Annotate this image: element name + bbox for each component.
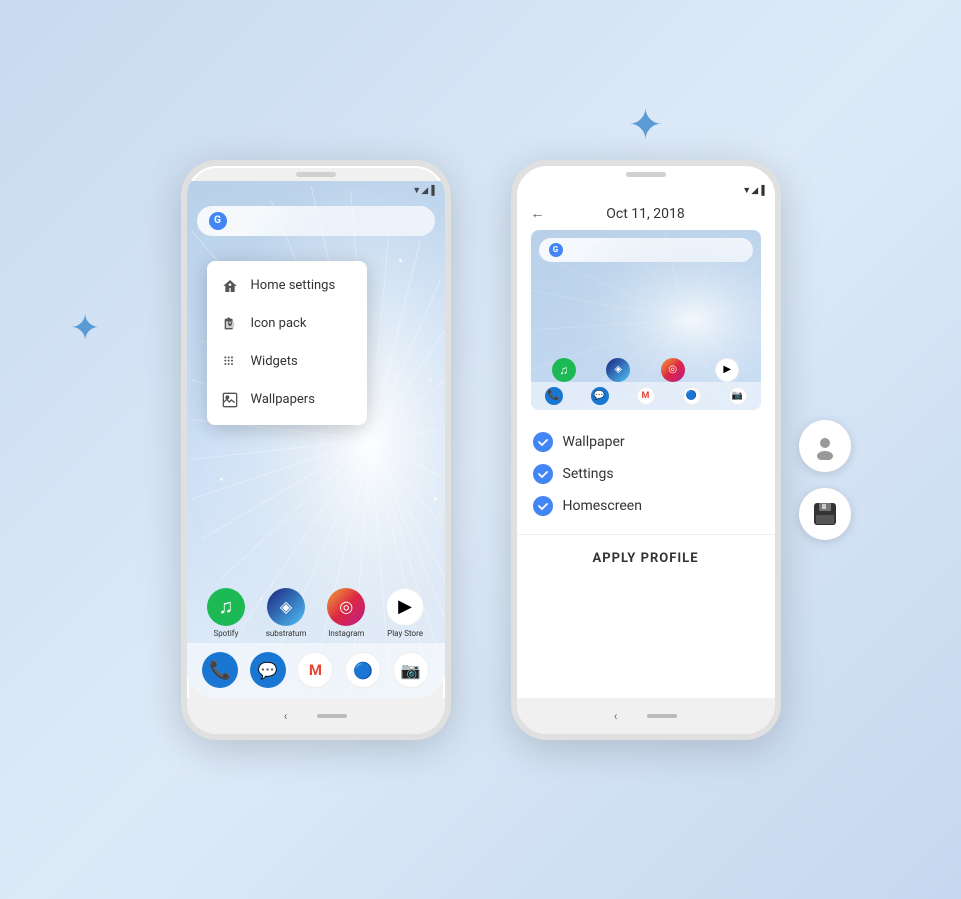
preview-spotify: ♫	[552, 358, 576, 382]
check-item-homescreen[interactable]: Homescreen	[533, 490, 759, 522]
menu-label-wallpapers: Wallpapers	[251, 392, 315, 407]
phone-preview: G ♫ ◈ ◎ ▶ 📞 💬 M 🔵 📷	[531, 230, 761, 410]
nav-home-left[interactable]	[317, 714, 347, 718]
dock-camera[interactable]: 📷	[393, 652, 429, 688]
check-item-wallpaper[interactable]: Wallpaper	[533, 426, 759, 458]
phone-bottom-bar-left: ‹	[187, 698, 445, 734]
apply-profile-button[interactable]: APPLY PROFILE	[517, 539, 775, 578]
phone-right: ▼◢▐ ← Oct 11, 2018	[511, 160, 781, 740]
widgets-icon	[221, 353, 239, 371]
menu-label-home-settings: Home settings	[251, 278, 336, 293]
menu-item-home-settings[interactable]: Home settings	[207, 267, 367, 305]
check-item-settings[interactable]: Settings	[533, 458, 759, 490]
nav-back-left[interactable]: ‹	[284, 709, 288, 723]
phone-left-screen: ▼◢▐ G Home settings Icon pack	[187, 181, 445, 698]
check-label-wallpaper: Wallpaper	[563, 434, 625, 450]
divider	[517, 534, 775, 535]
substratum-icon: ◈	[267, 588, 305, 626]
speaker-right	[626, 172, 666, 177]
phone2-header: ← Oct 11, 2018	[517, 198, 775, 230]
dock-chrome[interactable]: 🔵	[345, 652, 381, 688]
substratum-label: substratum	[266, 629, 307, 638]
phone-top-bar-right	[517, 166, 775, 181]
playstore-icon: ▶	[386, 588, 424, 626]
instagram-icon: ◎	[327, 588, 365, 626]
phone-right-screen: ▼◢▐ ← Oct 11, 2018	[517, 181, 775, 698]
instagram-label: Instagram	[328, 629, 364, 638]
preview-dock-camera: 📷	[729, 387, 747, 405]
menu-item-wallpapers[interactable]: Wallpapers	[207, 381, 367, 419]
nav-back-right[interactable]: ‹	[614, 709, 618, 723]
check-icon-wallpaper	[533, 432, 553, 452]
check-label-homescreen: Homescreen	[563, 498, 642, 514]
spotify-label: Spotify	[213, 629, 238, 638]
header-date: Oct 11, 2018	[606, 206, 684, 222]
icon-pack-icon	[221, 315, 239, 333]
profile-person-button[interactable]	[799, 420, 851, 472]
app-row-left: ♫ Spotify ◈ substratum ◎ Instagram ▶ Pla…	[187, 588, 445, 638]
context-menu: Home settings Icon pack	[207, 261, 367, 425]
preview-dock-phone: 📞	[545, 387, 563, 405]
dock-messages[interactable]: 💬	[250, 652, 286, 688]
checklist: Wallpaper Settings	[517, 418, 775, 530]
app-instagram[interactable]: ◎ Instagram	[327, 588, 365, 638]
preview-dock-gmail: M	[637, 387, 655, 405]
dock-left: 📞 💬 M 🔵 📷	[187, 643, 445, 698]
check-icon-homescreen	[533, 496, 553, 516]
spotify-icon: ♫	[207, 588, 245, 626]
phone-top-bar-left	[187, 166, 445, 181]
menu-label-icon-pack: Icon pack	[251, 316, 307, 331]
app-spotify[interactable]: ♫ Spotify	[207, 588, 245, 638]
status-bar-right: ▼◢▐	[517, 181, 775, 198]
back-button[interactable]: ←	[531, 205, 545, 222]
status-icons-right: ▼◢▐	[742, 185, 764, 196]
preview-substratum: ◈	[606, 358, 630, 382]
preview-app-row: ♫ ◈ ◎ ▶	[531, 358, 761, 382]
menu-item-widgets[interactable]: Widgets	[207, 343, 367, 381]
app-substratum[interactable]: ◈ substratum	[266, 588, 307, 638]
app-playstore[interactable]: ▶ Play Store	[386, 588, 424, 638]
preview-dock-chrome: 🔵	[683, 387, 701, 405]
menu-item-icon-pack[interactable]: Icon pack	[207, 305, 367, 343]
playstore-label: Play Store	[387, 629, 423, 638]
save-button[interactable]	[799, 488, 851, 540]
check-icon-settings	[533, 464, 553, 484]
sparkle-left-icon: ✦	[70, 310, 100, 346]
sparkle-right-icon: ✦	[628, 105, 663, 147]
menu-label-widgets: Widgets	[251, 354, 298, 369]
nav-home-right[interactable]	[647, 714, 677, 718]
dock-phone[interactable]: 📞	[202, 652, 238, 688]
preview-dock: 📞 💬 M 🔵 📷	[531, 382, 761, 410]
phone-left: ▼◢▐ G Home settings Icon pack	[181, 160, 451, 740]
preview-dock-messages: 💬	[591, 387, 609, 405]
phone-bottom-bar-right: ‹	[517, 698, 775, 734]
home-settings-icon	[221, 277, 239, 295]
dock-gmail[interactable]: M	[297, 652, 333, 688]
phones-container: ✦	[181, 160, 781, 740]
preview-playstore: ▶	[715, 358, 739, 382]
side-buttons	[799, 420, 851, 540]
check-label-settings: Settings	[563, 466, 614, 482]
wallpapers-icon	[221, 391, 239, 409]
speaker-left	[296, 172, 336, 177]
preview-instagram: ◎	[661, 358, 685, 382]
